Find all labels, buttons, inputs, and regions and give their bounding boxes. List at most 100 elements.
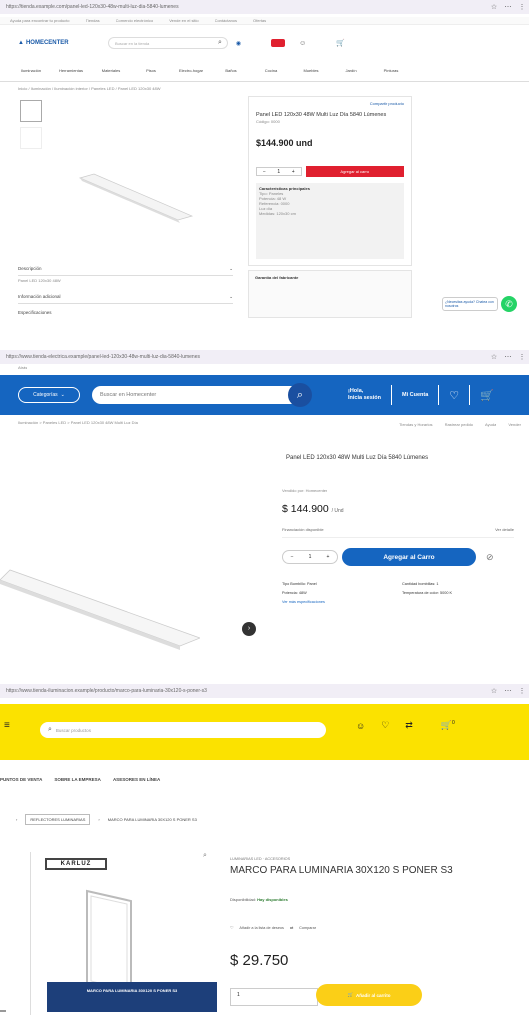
accordion-description[interactable]: Descripción ⌄ bbox=[18, 262, 233, 276]
minus-icon[interactable]: − bbox=[291, 554, 294, 560]
top-nav-item[interactable]: Comercio electrónico bbox=[116, 18, 154, 23]
menu-icon[interactable]: ⋮ bbox=[515, 353, 529, 361]
thumbnail[interactable] bbox=[20, 127, 42, 149]
sub-nav-item[interactable]: Tiendas y Horarios bbox=[399, 422, 432, 427]
greeting[interactable]: ¡Hola, Inicia sesión bbox=[348, 388, 381, 402]
wishlist-link[interactable]: Añadir a la lista de deseos bbox=[239, 926, 284, 930]
search-icon[interactable]: ⌕ bbox=[48, 726, 52, 734]
plus-icon[interactable]: + bbox=[327, 554, 330, 560]
category-item[interactable]: Pisos bbox=[138, 68, 164, 73]
zoom-icon[interactable]: ⌕ bbox=[203, 852, 207, 860]
seller[interactable]: Vendido por: Homecenter bbox=[282, 488, 327, 493]
user-icon[interactable]: ☺ bbox=[356, 721, 365, 731]
accordion-specs[interactable]: Especificaciones bbox=[18, 305, 233, 318]
search-placeholder: Buscar en Homecenter bbox=[100, 392, 157, 398]
category-item[interactable]: Herramientas bbox=[58, 68, 84, 73]
product-title: MARCO PARA LUMINARIA 30X120 S PONER S3 bbox=[230, 865, 453, 876]
minus-icon[interactable]: − bbox=[263, 169, 266, 175]
star-icon[interactable]: ☆ bbox=[487, 3, 501, 11]
breadcrumb-item[interactable]: REFLECTORES LUMINARIAS bbox=[25, 814, 91, 825]
compare-icon[interactable]: ⊘ bbox=[486, 552, 494, 563]
search-input[interactable]: Buscar en Homecenter ⌕ bbox=[92, 383, 312, 407]
address-bar[interactable]: https://tienda.example.com/panel-led-120… bbox=[6, 4, 487, 10]
add-to-cart-button[interactable]: Agregar al Carro bbox=[342, 548, 476, 566]
cart-icon[interactable]: 🛒 bbox=[336, 39, 345, 47]
quantity-stepper[interactable]: − 1 + bbox=[256, 167, 302, 176]
thumbnail[interactable] bbox=[20, 100, 42, 122]
top-nav-item[interactable]: Vende en el sitio bbox=[169, 18, 198, 23]
compare-link[interactable]: Comparar bbox=[299, 926, 316, 930]
extensions-icon[interactable]: ⋯ bbox=[501, 3, 515, 11]
star-icon[interactable]: ☆ bbox=[487, 353, 501, 361]
extensions-icon[interactable]: ⋯ bbox=[501, 353, 515, 361]
category-item[interactable]: Pinturas bbox=[378, 68, 404, 73]
accordion-label: Especificaciones bbox=[18, 309, 52, 315]
address-bar[interactable]: https://www.tienda-electrica.example/pan… bbox=[6, 354, 487, 360]
back-link[interactable]: Atrás bbox=[18, 365, 27, 370]
header: Categorías ⌄ Buscar en Homecenter ⌕ ¡Hol… bbox=[0, 375, 529, 415]
search-input[interactable]: ⌕ Buscar productos bbox=[40, 722, 326, 738]
cart-icon[interactable]: 🛒0 bbox=[441, 720, 455, 731]
menu-item[interactable]: ASESORES EN LÍNEA bbox=[113, 777, 160, 782]
breadcrumb[interactable]: Inicio / Iluminación / Iluminación inter… bbox=[18, 86, 161, 91]
menu-item[interactable]: PUNTOS DE VENTA bbox=[0, 777, 42, 782]
search-icon[interactable]: ⌕ bbox=[288, 383, 312, 407]
top-nav-item[interactable]: Ofertas bbox=[253, 18, 266, 23]
breadcrumb[interactable]: Iluminación > Paneles LED > Panel LED 12… bbox=[18, 420, 138, 425]
plus-icon[interactable]: + bbox=[292, 169, 295, 175]
sub-nav-item[interactable]: Vender bbox=[508, 422, 521, 427]
cart-icon[interactable]: 🛒 bbox=[480, 389, 494, 402]
next-image-button[interactable]: › bbox=[242, 622, 256, 636]
search-input[interactable]: Buscar en la tienda bbox=[108, 37, 228, 49]
sub-nav-item[interactable]: Rastrear pedido bbox=[445, 422, 473, 427]
heart-icon[interactable]: ♡ bbox=[381, 720, 389, 731]
top-nav-item[interactable]: Tiendas bbox=[86, 18, 100, 23]
header: ▲ HOMECENTER Buscar en la tienda ⌕ ◉ ☺ 🛒 bbox=[0, 30, 529, 56]
category-item[interactable]: Cocina bbox=[258, 68, 284, 73]
add-to-cart-button[interactable]: Agregar al carro bbox=[305, 166, 404, 177]
flag-icon[interactable] bbox=[271, 39, 286, 47]
heart-icon[interactable]: ♡ bbox=[230, 925, 233, 930]
main-menu: PUNTOS DE VENTA SOBRE LA EMPRESA ASESORE… bbox=[0, 777, 160, 782]
category-item[interactable]: Jardín bbox=[338, 68, 364, 73]
category-item[interactable]: Iluminación bbox=[18, 68, 44, 73]
compare-icon[interactable]: ⇄ bbox=[405, 720, 413, 731]
screenshot-store-2: https://www.tienda-electrica.example/pan… bbox=[0, 340, 529, 665]
store-logo[interactable]: ▲ HOMECENTER bbox=[18, 40, 88, 46]
add-to-cart-button[interactable]: 🛒 Añadir al carrito bbox=[316, 984, 422, 1006]
quantity-value[interactable]: 1 bbox=[277, 169, 280, 175]
top-nav-item[interactable]: Contáctanos bbox=[215, 18, 237, 23]
chat-prompt[interactable]: ¿Necesitas ayuda? Chatea con nosotros bbox=[442, 297, 498, 311]
search-icon[interactable]: ⌕ bbox=[218, 39, 222, 47]
location-icon[interactable]: ◉ bbox=[236, 40, 241, 47]
quantity-value[interactable]: 1 bbox=[309, 554, 312, 560]
extensions-icon[interactable]: ⋯ bbox=[501, 687, 515, 695]
category-item[interactable]: Baños bbox=[218, 68, 244, 73]
star-icon[interactable]: ☆ bbox=[487, 687, 501, 695]
category-item[interactable]: Electro-hogar bbox=[178, 68, 204, 73]
top-nav-item[interactable]: Ayuda para encontrar tu producto bbox=[10, 18, 70, 23]
share-link[interactable]: Compartir producto bbox=[256, 101, 404, 106]
heart-icon[interactable]: ♡ bbox=[449, 389, 459, 402]
whatsapp-icon[interactable]: ✆ bbox=[501, 296, 517, 312]
category-item[interactable]: Materiales bbox=[98, 68, 124, 73]
quantity-stepper[interactable]: − 1 + bbox=[282, 550, 338, 564]
category-item[interactable]: Muebles bbox=[298, 68, 324, 73]
specs-more-link[interactable]: Ver más especificaciones bbox=[282, 600, 397, 604]
menu-icon[interactable]: ⋮ bbox=[515, 687, 529, 695]
my-account[interactable]: Mi Cuenta bbox=[402, 392, 428, 399]
menu-item[interactable]: SOBRE LA EMPRESA bbox=[54, 777, 101, 782]
product-category[interactable]: LUMINARIAS LED · ACCESORIOS bbox=[230, 857, 290, 861]
compare-icon[interactable]: ⇄ bbox=[290, 925, 293, 930]
account-icon[interactable]: ☺ bbox=[299, 40, 306, 47]
quantity-row: − 1 + Agregar al carro bbox=[256, 166, 404, 177]
installment-row[interactable]: Financiación disponible Ver detalle bbox=[282, 522, 514, 538]
sub-nav-item[interactable]: Ayuda bbox=[485, 422, 496, 427]
categories-button[interactable]: Categorías ⌄ bbox=[18, 387, 80, 403]
quantity-input[interactable]: 1 bbox=[230, 988, 318, 1006]
hamburger-icon[interactable]: ≡ bbox=[4, 720, 10, 731]
accordion-info[interactable]: Información adicional ⌄ bbox=[18, 290, 233, 304]
greeting-sub: Inicia sesión bbox=[348, 395, 382, 401]
address-bar[interactable]: https://www.tienda-iluminacion.example/p… bbox=[6, 688, 487, 694]
menu-icon[interactable]: ⋮ bbox=[515, 3, 529, 11]
